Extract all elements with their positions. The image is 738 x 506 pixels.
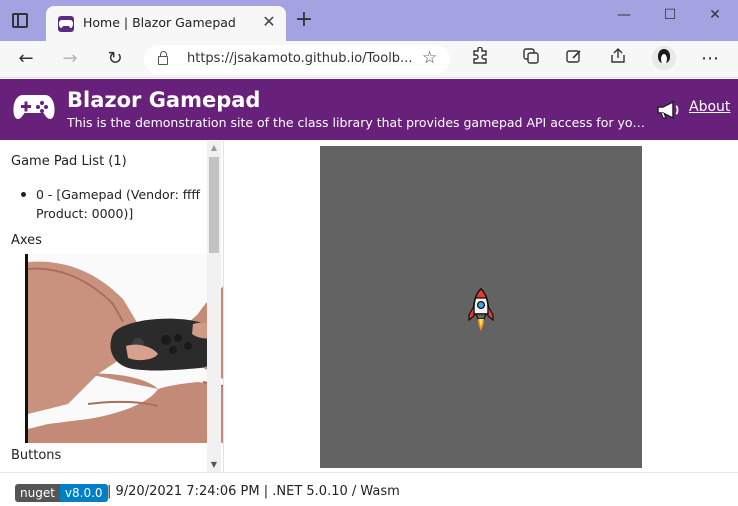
share-icon[interactable]: [606, 47, 630, 71]
scroll-down-icon[interactable]: ▼: [207, 458, 221, 472]
maximize-icon[interactable]: ☐: [659, 4, 681, 26]
left-panel-scrollbar[interactable]: ▲ ▼: [207, 141, 221, 472]
forward-icon[interactable]: →: [58, 47, 82, 71]
lock-icon[interactable]: [158, 51, 168, 65]
gamepad-photo: [25, 254, 223, 443]
gamepad-logo-icon: [13, 95, 55, 119]
left-panel: Game Pad List (1) 0 - [Gamepad (Vendor: …: [0, 141, 224, 472]
game-stage: [320, 146, 642, 468]
gamepad-favicon-icon: [58, 16, 74, 32]
tab-title: Home | Blazor Gamepad: [83, 15, 236, 30]
more-options-icon[interactable]: ⋯: [698, 47, 722, 71]
browser-tab[interactable]: Home | Blazor Gamepad ✕: [46, 6, 286, 41]
gamepad-list-title: Game Pad List (1): [11, 154, 127, 169]
collections-icon[interactable]: [519, 47, 543, 71]
address-bar[interactable]: https://jsakamoto.github.io/Toolb... ☆: [144, 45, 450, 74]
axes-title: Axes: [11, 233, 42, 248]
megaphone-icon[interactable]: [656, 100, 684, 120]
nuget-badge[interactable]: nuget v8.0.0: [15, 484, 108, 502]
add-favorite-icon[interactable]: ☆: [422, 48, 437, 68]
scroll-up-icon[interactable]: ▲: [207, 141, 221, 155]
url-text[interactable]: https://jsakamoto.github.io/Toolb...: [187, 51, 412, 66]
new-tab-icon[interactable]: +: [294, 9, 314, 31]
footer-info: | 9/20/2021 7:24:06 PM | .NET 5.0.10 / W…: [107, 484, 400, 499]
scrollbar-thumb[interactable]: [209, 157, 219, 253]
profile-avatar[interactable]: [652, 46, 676, 70]
close-tab-icon[interactable]: ✕: [260, 13, 278, 31]
browser-titlebar: Home | Blazor Gamepad ✕ + — ☐ ✕: [0, 0, 738, 41]
extensions-icon[interactable]: [468, 46, 492, 71]
app-title: Blazor Gamepad: [67, 88, 261, 112]
app-subtitle: This is the demonstration site of the cl…: [67, 115, 647, 130]
nuget-badge-label: nuget: [15, 484, 60, 502]
browser-toolbar: ← → ↻ https://jsakamoto.github.io/Toolb.…: [0, 41, 738, 78]
about-link[interactable]: About: [689, 99, 730, 115]
minimize-icon[interactable]: —: [613, 4, 635, 26]
footer: nuget v8.0.0 | 9/20/2021 7:24:06 PM | .N…: [0, 472, 738, 506]
rocket-icon: [468, 288, 494, 331]
reload-icon[interactable]: ↻: [103, 47, 127, 71]
buttons-title: Buttons: [11, 448, 62, 463]
back-icon[interactable]: ←: [14, 47, 38, 71]
gamepad-list-item: 0 - [Gamepad (Vendor: ffff Product: 0000…: [21, 185, 206, 223]
nuget-badge-version: v8.0.0: [59, 484, 108, 502]
tab-actions-icon[interactable]: [12, 13, 28, 28]
app-header: Blazor Gamepad This is the demonstration…: [0, 79, 738, 140]
web-capture-icon[interactable]: [562, 47, 586, 71]
window-close-icon[interactable]: ✕: [704, 4, 726, 26]
